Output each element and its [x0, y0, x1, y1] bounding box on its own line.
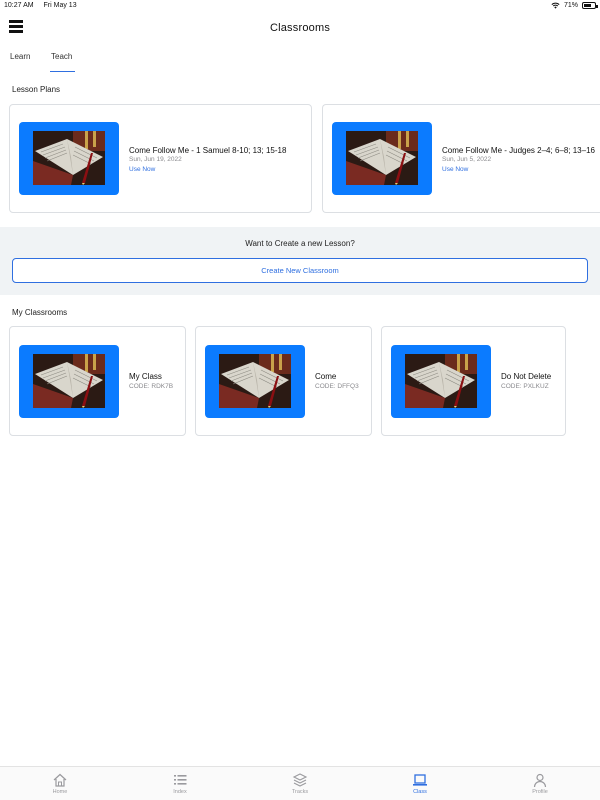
classroom-name: Come	[315, 372, 337, 381]
lesson-plan-title: Come Follow Me - Judges 2–4; 6–8; 13–16	[442, 146, 595, 155]
create-new-classroom-button[interactable]: Create New Classroom	[12, 258, 588, 283]
tab-profile[interactable]: Profile	[480, 767, 600, 800]
tab-profile-label: Profile	[532, 789, 548, 795]
lesson-plan-date: Sun, Jun 5, 2022	[442, 156, 492, 163]
lesson-thumbnail	[332, 122, 432, 195]
person-icon	[533, 773, 547, 788]
bottom-tab-bar: Home Index Tracks Class Profile	[0, 766, 600, 800]
classroom-name: My Class	[129, 372, 162, 381]
battery-icon	[582, 2, 598, 9]
classroom-code: CODE: DFFQ3	[315, 383, 359, 390]
tab-learn[interactable]: Learn	[10, 52, 30, 61]
classroom-code: CODE: PXLKUZ	[501, 383, 549, 390]
classroom-thumbnail	[19, 345, 119, 418]
create-lesson-section: Want to Create a new Lesson? Create New …	[0, 227, 600, 295]
lesson-plans-heading: Lesson Plans	[12, 85, 61, 94]
my-classrooms-heading: My Classrooms	[12, 308, 68, 317]
tab-tracks[interactable]: Tracks	[240, 767, 360, 800]
list-icon	[174, 775, 187, 785]
status-time: 10:27 AM	[4, 2, 34, 9]
nav-header: Classrooms	[0, 12, 600, 46]
tab-class-label: Class	[413, 789, 427, 795]
lesson-plan-card[interactable]: Come Follow Me - 1 Samuel 8-10; 13; 15-1…	[9, 104, 312, 213]
wifi-icon	[551, 2, 560, 9]
open-book-image	[219, 354, 291, 408]
status-date: Fri May 13	[43, 2, 77, 9]
classroom-code: CODE: RDK7B	[129, 383, 174, 390]
use-now-link[interactable]: Use Now	[129, 166, 155, 173]
classroom-card[interactable]: Do Not Delete CODE: PXLKUZ	[381, 326, 566, 436]
lesson-plan-card[interactable]: Come Follow Me - Judges 2–4; 6–8; 13–16 …	[322, 104, 600, 213]
open-book-image	[33, 131, 105, 185]
laptop-icon	[413, 774, 427, 786]
page-title: Classrooms	[269, 22, 331, 34]
tab-tracks-label: Tracks	[291, 789, 309, 795]
lesson-plan-date: Sun, Jun 19, 2022	[129, 156, 182, 163]
classroom-thumbnail	[391, 345, 491, 418]
status-bar: 10:27 AM Fri May 13 71%	[0, 0, 600, 12]
create-lesson-prompt: Want to Create a new Lesson?	[245, 239, 355, 248]
use-now-link[interactable]: Use Now	[442, 166, 468, 173]
classroom-card[interactable]: Come CODE: DFFQ3	[195, 326, 372, 436]
layers-icon	[292, 773, 308, 787]
classroom-card[interactable]: My Class CODE: RDK7B	[9, 326, 186, 436]
open-book-image	[346, 131, 418, 185]
tab-index-label: Index	[173, 789, 187, 795]
home-icon	[53, 773, 67, 787]
classroom-thumbnail	[205, 345, 305, 418]
open-book-image	[33, 354, 105, 408]
lesson-thumbnail	[19, 122, 119, 195]
classroom-name: Do Not Delete	[501, 372, 552, 381]
tab-class[interactable]: Class	[360, 767, 480, 800]
tab-home-label: Home	[52, 789, 68, 795]
lesson-plan-title: Come Follow Me - 1 Samuel 8-10; 13; 15-1…	[129, 146, 287, 155]
tab-teach[interactable]: Teach	[51, 52, 72, 61]
battery-percent: 71%	[563, 2, 578, 9]
open-book-image	[405, 354, 477, 408]
active-tab-indicator	[50, 71, 75, 72]
tab-home[interactable]: Home	[0, 767, 120, 800]
tab-index[interactable]: Index	[120, 767, 240, 800]
